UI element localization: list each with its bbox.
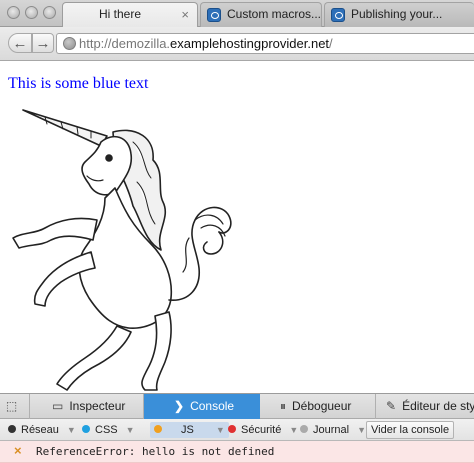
url-suffix: / [329,36,333,51]
close-window-button[interactable] [7,6,20,19]
chevron-down-icon: ▼ [125,425,135,435]
unicorn-image [12,109,232,391]
tab-hi-there[interactable]: Hi there × [62,2,198,27]
tab-strip: Hi there × Custom macros... Publishing y… [0,0,474,27]
filter-label: Sécurité [241,424,282,436]
filter-js[interactable]: JS ▼ [150,422,229,438]
blue-text: This is some blue text [8,75,149,92]
js-dot-icon [154,425,162,433]
filter-css[interactable]: CSS ▼ [82,422,135,438]
console-filter-bar: Réseau ▼ CSS ▼ JS ▼ Sécurité ▼ Journal ▼ Vide… [0,419,474,441]
url-prefix: http://demozilla. [79,36,171,51]
element-picker-icon: ⬚ [5,399,18,413]
tab-publishing[interactable]: Publishing your... [324,2,474,27]
page-content: This is some blue text [0,62,474,393]
console-message-text: ReferenceError: hello is not defined [36,445,275,458]
mdn-page-icon [331,8,345,22]
back-button[interactable]: ← [8,33,32,53]
devtools-toolbar: ⬚ ▭ Inspecteur ❯ Console ⏸ Débogueur ✎ Édite… [0,393,474,419]
clear-console-button[interactable]: Vider la console [366,421,455,439]
filter-label: Réseau [21,424,59,436]
tab-debugger[interactable]: ⏸ Débogueur [260,394,376,419]
css-dot-icon [82,425,90,433]
url-bar[interactable]: http://demozilla.examplehostingprovider.… [56,33,474,54]
url-host: examplehostingprovider.net [170,36,330,51]
forward-button[interactable]: → [32,33,54,53]
debugger-icon: ⏸ [280,399,287,413]
tab-label: Custom macros... [227,7,322,21]
filter-label: JS [181,424,194,436]
tab-custom-macros[interactable]: Custom macros... [200,2,322,27]
element-picker-button[interactable]: ⬚ [0,394,30,419]
filter-security[interactable]: Sécurité ▼ [228,422,298,438]
inspector-icon: ▭ [52,399,64,413]
tab-label: Inspecteur [69,399,126,413]
console-message-error[interactable]: × ReferenceError: hello is not defined [0,441,474,463]
chevron-down-icon: ▼ [289,425,299,435]
back-arrow-icon: ← [12,35,28,52]
mdn-page-icon [207,8,221,22]
tab-label: Publishing your... [351,7,443,21]
network-dot-icon [8,425,16,433]
tab-console[interactable]: ❯ Console [144,394,260,419]
filter-network[interactable]: Réseau ▼ [8,422,76,438]
tab-inspector[interactable]: ▭ Inspecteur [30,394,144,419]
filter-label: CSS [95,424,118,436]
style-editor-icon: ✎ [386,399,397,413]
error-icon: × [14,443,22,458]
url-text: http://demozilla.examplehostingprovider.… [79,34,333,53]
security-dot-icon [228,425,236,433]
globe-icon [63,37,76,50]
log-dot-icon [300,425,308,433]
tab-label: Débogueur [292,399,352,413]
tab-style-editor[interactable]: ✎ Éditeur de style [376,394,474,419]
tab-label: Hi there [98,7,142,21]
navigation-toolbar: ← → http://demozilla.examplehostingprovi… [0,27,474,61]
chevron-down-icon: ▼ [215,425,225,435]
chevron-down-icon: ▼ [66,425,76,435]
chevron-down-icon: ▼ [357,425,366,435]
zoom-window-button[interactable] [43,6,56,19]
filter-label: Journal [313,424,350,436]
tab-label: Console [190,399,235,413]
minimize-window-button[interactable] [25,6,38,19]
console-icon: ❯ [174,399,185,413]
close-icon[interactable]: × [181,3,189,26]
forward-arrow-icon: → [35,35,51,52]
tab-label: Éditeur de style [402,399,474,413]
filter-log[interactable]: Journal ▼ [300,422,366,438]
